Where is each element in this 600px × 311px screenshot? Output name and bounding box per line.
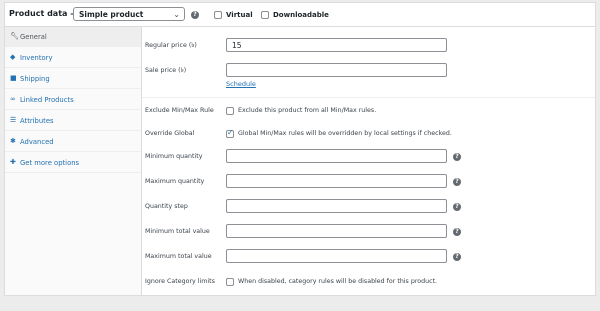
tab-label: Attributes [20, 117, 54, 125]
tag-icon: ◆ [10, 53, 16, 61]
product-type-select[interactable]: Simple product ⌄ [73, 7, 185, 21]
tab-label: Advanced [20, 138, 54, 146]
tab-label: General [20, 33, 47, 41]
min-quantity-label: Minimum quantity [145, 153, 203, 160]
override-global-desc: Global Min/Max rules will be overridden … [238, 130, 452, 137]
tab-label: Linked Products [20, 96, 74, 104]
ignore-category-label: Ignore Category limits [145, 278, 215, 285]
virtual-label: Virtual [226, 11, 253, 19]
link-icon: ∞ [10, 95, 16, 103]
max-quantity-label: Maximum quantity [145, 178, 205, 185]
tab-label: Inventory [20, 54, 53, 62]
quantity-step-input[interactable] [226, 199, 447, 213]
product-data-tabs: 🔧︎ General ◆ Inventory ■ Shipping ∞ Link… [5, 27, 142, 295]
product-data-panel: Product data — Simple product ⌄ ? Virtua… [4, 2, 596, 296]
schedule-link[interactable]: Schedule [226, 80, 256, 88]
help-icon[interactable]: ? [453, 253, 461, 261]
help-icon[interactable]: ? [453, 153, 461, 161]
ignore-category-desc: When disabled, category rules will be di… [238, 278, 438, 285]
min-total-label: Minimum total value [145, 228, 210, 235]
sale-price-label: Sale price (৳) [145, 67, 187, 74]
gear-icon: ✱ [10, 137, 16, 145]
min-total-input[interactable] [226, 224, 447, 238]
tab-linked-products[interactable]: ∞ Linked Products [5, 90, 141, 110]
tab-inventory[interactable]: ◆ Inventory [5, 48, 141, 68]
override-global-label: Override Global [145, 130, 195, 137]
exclude-minmax-label: Exclude Min/Max Rule [145, 107, 214, 114]
tab-attributes[interactable]: ☰ Attributes [5, 111, 141, 131]
virtual-checkbox[interactable] [214, 11, 222, 19]
regular-price-value: 15 [232, 41, 242, 50]
downloadable-label: Downloadable [273, 11, 329, 19]
help-icon[interactable]: ? [191, 11, 199, 19]
list-icon: ☰ [10, 116, 17, 124]
help-icon[interactable]: ? [453, 178, 461, 186]
tab-advanced[interactable]: ✱ Advanced [5, 132, 141, 152]
tab-label: Shipping [20, 75, 50, 83]
plug-icon: ✚ [10, 158, 16, 166]
tab-general[interactable]: 🔧︎ General [5, 27, 141, 47]
tab-label: Get more options [20, 159, 80, 167]
override-global-checkbox[interactable] [226, 128, 234, 138]
help-icon[interactable]: ? [453, 228, 461, 236]
help-icon[interactable]: ? [453, 203, 461, 211]
max-total-label: Maximum total value [145, 253, 212, 260]
regular-price-input[interactable]: 15 [226, 38, 447, 52]
wrench-icon: 🔧︎ [10, 32, 19, 40]
tab-get-more-options[interactable]: ✚ Get more options [5, 153, 141, 173]
regular-price-label: Regular price (৳) [145, 42, 197, 49]
max-quantity-input[interactable] [226, 174, 447, 188]
exclude-minmax-checkbox[interactable] [226, 107, 234, 115]
section-divider [142, 97, 595, 98]
max-total-input[interactable] [226, 249, 447, 263]
ignore-category-checkbox[interactable] [226, 278, 234, 286]
truck-icon: ■ [10, 74, 17, 82]
panel-title: Product data — [9, 9, 79, 18]
tab-shipping[interactable]: ■ Shipping [5, 69, 141, 89]
chevron-down-icon: ⌄ [173, 10, 180, 19]
min-quantity-input[interactable] [226, 149, 447, 163]
quantity-step-label: Quantity step [145, 203, 188, 210]
product-data-header: Product data — Simple product ⌄ ? Virtua… [5, 3, 595, 27]
downloadable-checkbox[interactable] [261, 11, 269, 19]
product-type-value: Simple product [79, 10, 144, 19]
sale-price-input[interactable] [226, 63, 447, 77]
exclude-minmax-desc: Exclude this product from all Min/Max ru… [238, 107, 377, 114]
